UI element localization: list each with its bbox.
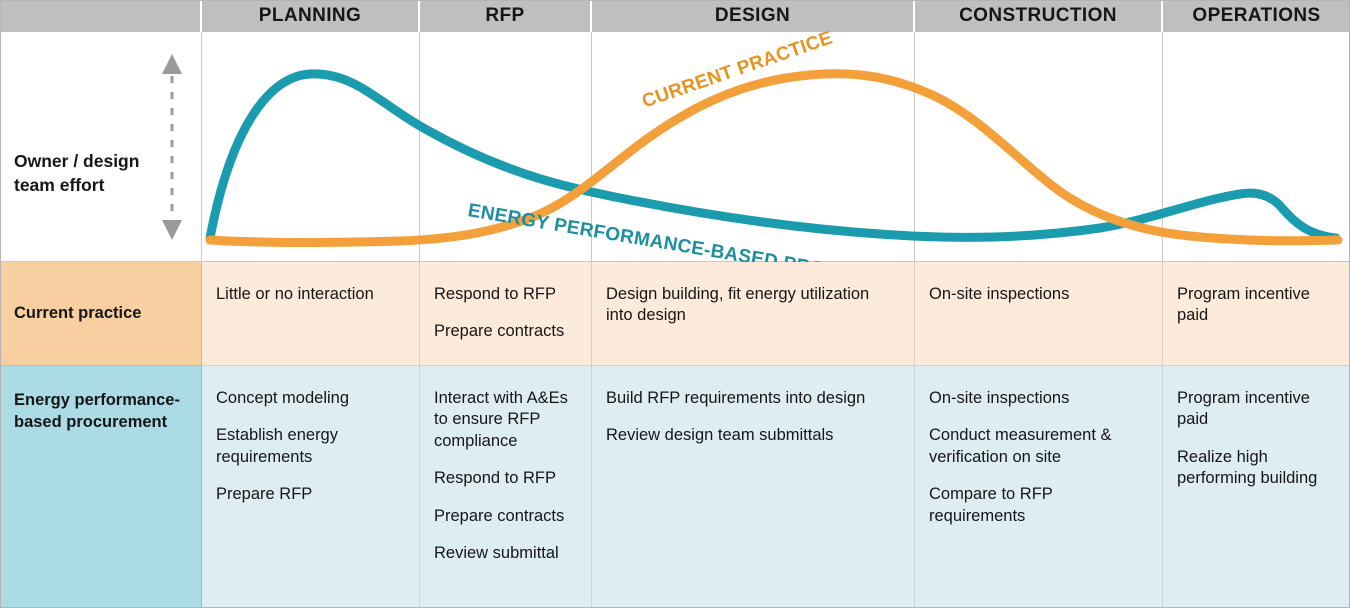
header-corner-blank (0, 0, 202, 32)
table-cell-energy-performance-construction: On-site inspections Conduct measurement … (915, 366, 1163, 608)
list-item: Interact with A&Es to ensure RFP complia… (434, 389, 568, 450)
table-cell-current-practice-construction: On-site inspections (915, 262, 1163, 366)
list-item: Prepare RFP (216, 485, 313, 504)
table-cell-current-practice-design: Design building, fit energy utilization … (592, 262, 915, 366)
list-item: On-site inspections (929, 285, 1070, 303)
phase-effort-diagram: PLANNING RFP DESIGN CONSTRUCTION OPERATI… (0, 0, 1350, 608)
phase-header-label: CONSTRUCTION (959, 5, 1117, 26)
list-item: Review submittal (434, 544, 559, 563)
row-header-label: Energy performance-based procurement (14, 391, 180, 431)
phase-header-label: DESIGN (714, 5, 791, 26)
list-item: Prepare contracts (434, 506, 565, 525)
phase-header-label: PLANNING (258, 5, 362, 26)
list-item: Compare to RFP requirements (929, 485, 1053, 525)
list-item: Little or no interaction (216, 285, 374, 303)
list-item: Prepare contracts (434, 322, 565, 341)
table-cell-current-practice-rfp: Respond to RFP Prepare contracts (420, 262, 592, 366)
list-item: Establish energy requirements (216, 426, 338, 466)
list-item: Build RFP requirements into design (606, 389, 866, 407)
phase-header-planning[interactable]: PLANNING (202, 0, 420, 32)
row-header-label: Current practice (14, 304, 142, 322)
table-cell-energy-performance-design: Build RFP requirements into design Revie… (592, 366, 915, 608)
phase-header-label: RFP (485, 5, 525, 26)
axis-label-text: Owner / design team effort (14, 151, 140, 195)
table-cell-energy-performance-rfp: Interact with A&Es to ensure RFP complia… (420, 366, 592, 608)
axis-label-cell: Owner / design team effort (0, 32, 202, 262)
table-cell-energy-performance-operations: Program incentive paid Realize high perf… (1163, 366, 1350, 608)
row-header-energy-performance-based-procurement: Energy performance-based procurement (0, 366, 202, 608)
list-item: On-site inspections (929, 389, 1070, 407)
list-item: Respond to RFP (434, 285, 556, 303)
table-cell-current-practice-operations: Program incentive paid (1163, 262, 1350, 366)
list-item: Respond to RFP (434, 469, 556, 488)
double-arrow-vertical-dashed-icon (162, 54, 182, 240)
chart-column-planning (202, 32, 420, 262)
phase-header-rfp[interactable]: RFP (420, 0, 592, 32)
phase-header-design[interactable]: DESIGN (592, 0, 915, 32)
phase-header-construction[interactable]: CONSTRUCTION (915, 0, 1163, 32)
row-header-current-practice: Current practice (0, 262, 202, 366)
list-item: Program incentive paid (1177, 285, 1310, 325)
phase-header-operations[interactable]: OPERATIONS (1163, 0, 1350, 32)
table-cell-energy-performance-planning: Concept modeling Establish energy requir… (202, 366, 420, 608)
list-item: Conduct measurement & verification on si… (929, 426, 1112, 466)
phase-header-label: OPERATIONS (1192, 5, 1321, 26)
chart-column-construction (915, 32, 1163, 262)
list-item: Design building, fit energy utilization … (606, 285, 870, 325)
list-item: Concept modeling (216, 389, 349, 407)
list-item: Program incentive paid (1177, 389, 1310, 429)
list-item: Review design team submittals (606, 426, 834, 445)
list-item: Realize high performing building (1177, 447, 1318, 488)
chart-column-operations (1163, 32, 1350, 262)
table-cell-current-practice-planning: Little or no interaction (202, 262, 420, 366)
